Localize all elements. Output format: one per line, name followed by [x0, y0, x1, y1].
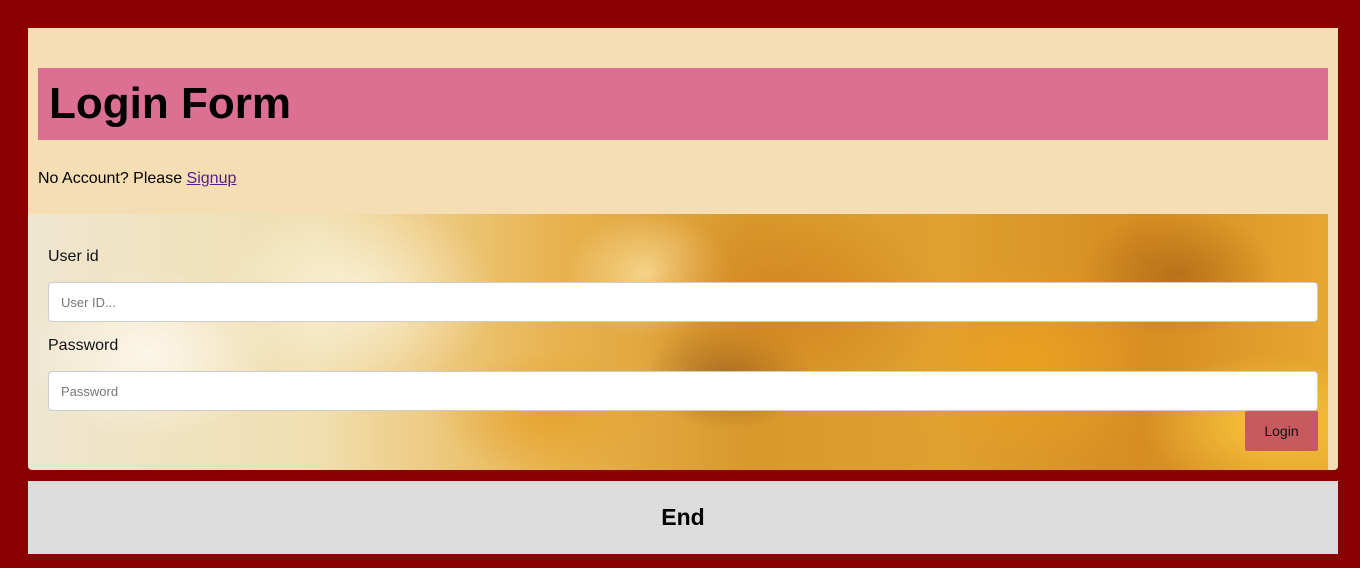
- panel-edge: [1328, 214, 1338, 470]
- footer-text: End: [661, 504, 705, 530]
- password-input[interactable]: [48, 371, 1318, 411]
- user-id-label: User id: [48, 248, 99, 265]
- signup-link[interactable]: Signup: [187, 170, 237, 187]
- password-label: Password: [48, 337, 119, 354]
- signup-prompt: No Account? Please Signup: [38, 169, 236, 189]
- footer: End: [28, 481, 1338, 554]
- page-title: Login Form: [49, 79, 291, 128]
- signup-prompt-text: No Account? Please: [38, 170, 187, 187]
- login-button[interactable]: Login: [1245, 411, 1318, 451]
- title-bar: Login Form: [38, 68, 1328, 140]
- header-panel: Login Form No Account? Please Signup: [28, 28, 1338, 214]
- login-form-panel: User id Password Login: [28, 214, 1338, 470]
- user-id-input[interactable]: [48, 282, 1318, 322]
